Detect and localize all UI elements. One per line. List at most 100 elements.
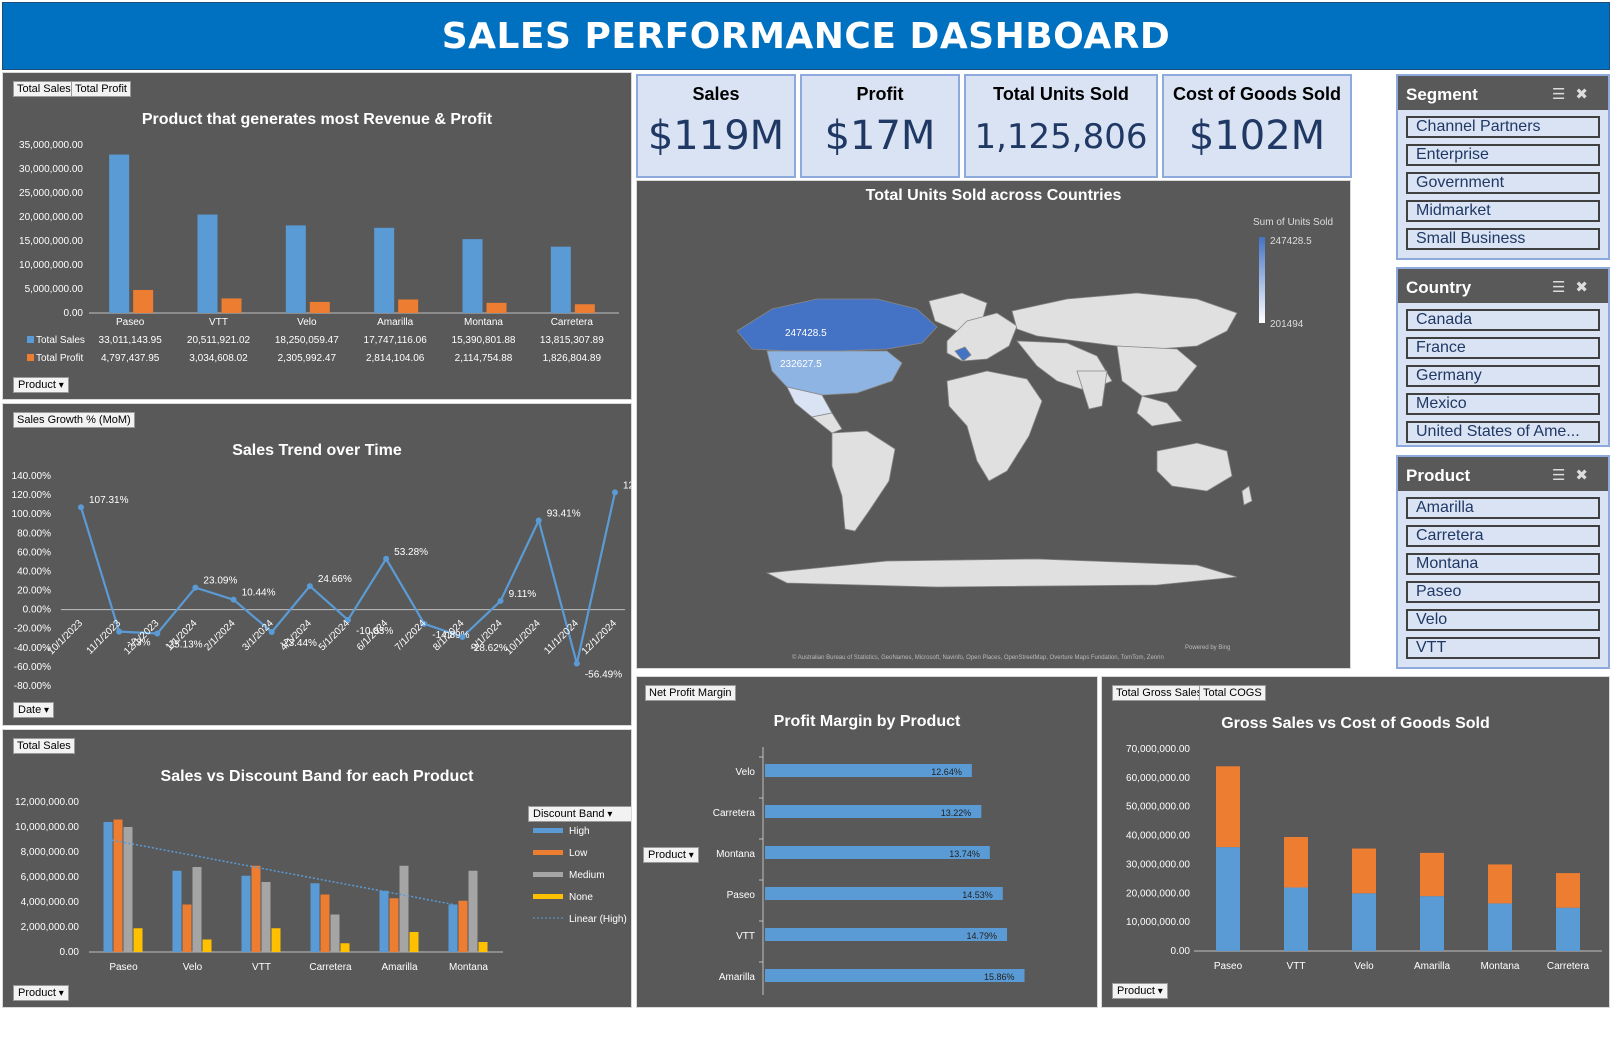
y-tick-label: 25,000,000.00 (19, 188, 83, 199)
kpi-sales-value: $119M (647, 113, 785, 159)
x-date-label: 11/1/2024 (542, 618, 581, 657)
margin-data-label: 13.74% (949, 849, 980, 859)
x-date-label: 7/1/2024 (393, 618, 429, 654)
sales-trend-panel: Sales Growth % (MoM) Sales Trend over Ti… (2, 403, 632, 726)
x-date-label: 3/1/2024 (241, 618, 277, 654)
y-tick-label: 40,000,000.00 (1126, 831, 1190, 842)
slicer-item-germany[interactable]: Germany (1406, 365, 1600, 387)
stacked-bar-total-gross-sales (1216, 766, 1240, 848)
y-tick-label: 70,000,000.00 (1126, 744, 1190, 755)
world-map[interactable] (637, 181, 1351, 669)
total-profit-field-button[interactable]: Total Profit (71, 81, 131, 97)
product-axis-button-5[interactable]: Product (643, 847, 699, 863)
date-axis-button[interactable]: Date (13, 702, 55, 718)
multi-select-icon[interactable]: ☰ (1552, 86, 1575, 103)
product-axis-button-3[interactable]: Product (13, 985, 69, 1001)
slicer-item-small-business[interactable]: Small Business (1406, 228, 1600, 250)
data-table-profit-value: 2,305,992.47 (278, 353, 337, 364)
total-sales-field-button-2[interactable]: Total Sales (13, 738, 75, 754)
legend-key-total-profit (27, 354, 34, 361)
bar-none (409, 932, 419, 952)
y-tick-label: 10,000,000.00 (1126, 917, 1190, 928)
total-cogs-field-button[interactable]: Total COGS (1199, 685, 1266, 701)
map-region-usa (766, 350, 903, 396)
bar-none (133, 928, 143, 952)
bar-total-sales (109, 154, 130, 313)
discount-band-legend-button[interactable]: Discount Band (528, 806, 631, 822)
multi-select-icon[interactable]: ☰ (1552, 279, 1575, 296)
stacked-bar-total-gross-sales (1284, 837, 1308, 888)
map-legend-max: 247428.5 (1270, 236, 1312, 247)
slicer-item-france[interactable]: France (1406, 337, 1600, 359)
x-category-label: Paseo (116, 317, 145, 328)
gross-sales-cogs-panel: Total Gross Sales Total COGS Gross Sales… (1101, 676, 1610, 1008)
bar-total-profit (574, 304, 595, 313)
segment-slicer-title: Segment (1406, 85, 1478, 104)
x-category-label: VTT (252, 962, 271, 973)
margin-data-label: 14.53% (962, 890, 993, 900)
multi-select-icon[interactable]: ☰ (1552, 467, 1575, 484)
clear-filter-icon[interactable]: ✖ (1575, 86, 1598, 103)
clear-filter-icon[interactable]: ✖ (1575, 467, 1598, 484)
x-category-label: Paseo (1214, 961, 1243, 972)
stacked-bar-total-gross-sales (1556, 873, 1580, 908)
slicer-item-mexico[interactable]: Mexico (1406, 393, 1600, 415)
map-region-east-asia (1116, 345, 1198, 397)
bar-low (182, 904, 192, 952)
kpi-sales-label: Sales (692, 84, 740, 104)
y-tick-label: 30,000,000.00 (19, 164, 83, 175)
product-axis-button[interactable]: Product (13, 377, 69, 393)
trend-point (612, 489, 618, 496)
trend-data-label: 23.09% (203, 576, 237, 587)
y-tick-label: 20.00% (17, 586, 51, 597)
bar-medium (330, 914, 340, 952)
slicer-item-united-states-of-ame[interactable]: United States of Ame... (1406, 421, 1600, 443)
kpi-profit-value: $17M (824, 113, 936, 159)
x-date-label: 11/1/2023 (85, 618, 124, 657)
x-category-label: Velo (297, 317, 317, 328)
stacked-bar-total-cogs (1352, 893, 1376, 951)
sales-growth-field-button[interactable]: Sales Growth % (MoM) (13, 412, 135, 428)
margin-data-label: 13.22% (941, 808, 972, 818)
trend-point (497, 597, 504, 604)
legend-label-medium: Medium (569, 870, 605, 881)
slicer-item-velo[interactable]: Velo (1406, 609, 1600, 631)
slicer-item-government[interactable]: Government (1406, 172, 1600, 194)
bar-total-profit (309, 301, 330, 313)
trend-point (78, 504, 84, 511)
bar-high (172, 870, 182, 952)
slicer-item-carretera[interactable]: Carretera (1406, 525, 1600, 547)
total-gross-sales-field-button[interactable]: Total Gross Sales (1112, 685, 1207, 701)
stacked-bar-total-gross-sales (1420, 852, 1444, 897)
x-category-label: Amarilla (377, 317, 414, 328)
trend-point (383, 555, 390, 562)
trend-point (192, 584, 199, 591)
slicer-item-enterprise[interactable]: Enterprise (1406, 144, 1600, 166)
discount-band-panel: Total Sales Sales vs Discount Band for e… (2, 729, 632, 1008)
clear-filter-icon[interactable]: ✖ (1575, 279, 1598, 296)
country-slicer-header: Country ☰✖ (1398, 269, 1608, 303)
slicer-item-amarilla[interactable]: Amarilla (1406, 497, 1600, 519)
slicer-item-vtt[interactable]: VTT (1406, 637, 1600, 659)
product-axis-button-6[interactable]: Product (1112, 983, 1168, 999)
x-category-label: Velo (1354, 961, 1374, 972)
slicer-item-paseo[interactable]: Paseo (1406, 581, 1600, 603)
product-slicer-title: Product (1406, 466, 1471, 485)
kpi-units-card: Total Units Sold 1,125,806 (964, 74, 1158, 178)
slicer-item-channel-partners[interactable]: Channel Partners (1406, 116, 1600, 138)
map-region-central-america (811, 412, 843, 434)
net-profit-margin-field-button[interactable]: Net Profit Margin (645, 685, 736, 701)
stacked-bar-total-cogs (1488, 903, 1512, 951)
slicer-item-montana[interactable]: Montana (1406, 553, 1600, 575)
trend-data-label: 107.31% (89, 495, 129, 506)
slicer-item-midmarket[interactable]: Midmarket (1406, 200, 1600, 222)
bar-none (340, 943, 350, 952)
y-tick-label: 0.00% (23, 605, 51, 616)
slicer-item-canada[interactable]: Canada (1406, 309, 1600, 331)
x-category-label: Montana (1481, 961, 1520, 972)
dashboard-title: SALES PERFORMANCE DASHBOARD (441, 15, 1171, 57)
y-tick-label: 15,000,000.00 (19, 236, 83, 247)
trend-point (573, 660, 580, 667)
trend-data-label: 9.11% (509, 589, 537, 600)
total-sales-field-button[interactable]: Total Sales (13, 81, 75, 97)
